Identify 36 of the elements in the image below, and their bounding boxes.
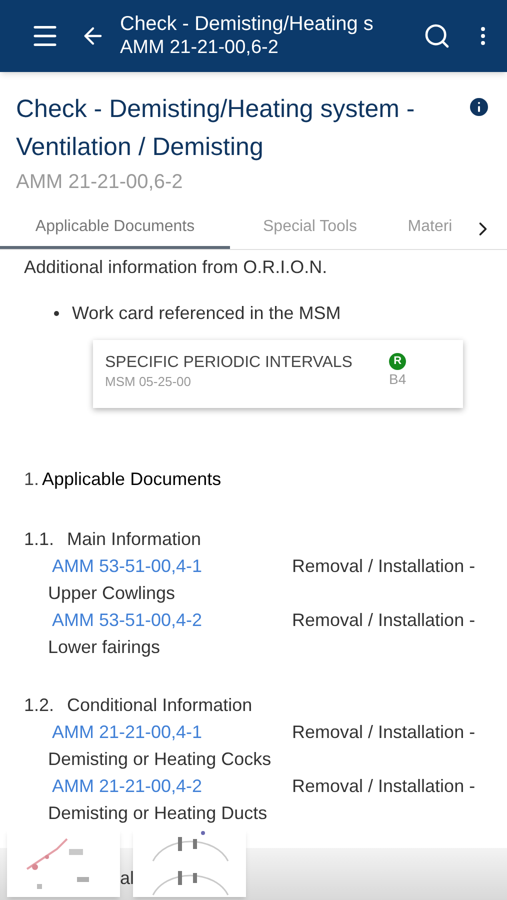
document-link[interactable]: AMM 21-21-00,4-2 — [52, 773, 292, 800]
card-code: B4 — [389, 370, 406, 388]
page-reference: AMM 21-21-00,6-2 — [15, 170, 184, 195]
document-description: Upper Cowlings — [48, 582, 176, 605]
document-description: Demisting or Heating Ducts — [48, 802, 268, 825]
subsection-title: Main Information — [67, 528, 202, 551]
document-description: Removal / Installation - — [292, 721, 476, 744]
document-link[interactable]: AMM 53-51-00,4-2 — [52, 607, 292, 634]
document-description: Removal / Installation - — [292, 609, 476, 632]
document-description: Demisting or Heating Cocks — [48, 748, 272, 771]
card-reference: MSM 05-25-00 — [105, 373, 192, 391]
bullet-text: Work card referenced in the MSM — [72, 302, 341, 325]
document-link[interactable]: AMM 53-51-00,4-1 — [52, 553, 292, 580]
document-description: Removal / Installation - — [292, 775, 476, 798]
section-title: Applicable Documents — [42, 468, 222, 491]
intro-text: Additional information from O.R.I.O.N. — [24, 256, 328, 279]
tab[interactable]: Special Tools — [230, 208, 390, 249]
document-description: Lower fairings — [48, 636, 162, 659]
subsection-title: Conditional Information — [67, 694, 252, 717]
tab[interactable]: Materi — [390, 208, 470, 249]
text-fragment: al — [120, 867, 133, 890]
document-link[interactable]: AMM 21-21-00,4-1 — [52, 719, 292, 746]
section-number: 1. — [24, 468, 40, 491]
status-badge: R — [389, 353, 406, 370]
app-bar-title: Check - Demisting/Heating s — [120, 12, 374, 36]
card-title: SPECIFIC PERIODIC INTERVALS — [105, 353, 354, 373]
work-card[interactable]: SPECIFIC PERIODIC INTERVALS MSM 05-25-00 R B4 — [93, 340, 463, 408]
subsection-number: 1.1. — [24, 528, 56, 551]
page-title: Check - Demisting/Heating system - Ventilation / Demisting — [16, 94, 416, 163]
search-icon[interactable] — [423, 22, 451, 50]
document-description: Removal / Installation - — [292, 555, 476, 578]
info-icon[interactable] — [467, 95, 491, 119]
bullet-icon — [54, 310, 59, 316]
subsection-number: 1.2. — [24, 694, 56, 717]
app-bar-subtitle: AMM 21-21-00,6-2 — [120, 36, 280, 60]
tab[interactable]: Applicable Documents — [0, 208, 230, 249]
